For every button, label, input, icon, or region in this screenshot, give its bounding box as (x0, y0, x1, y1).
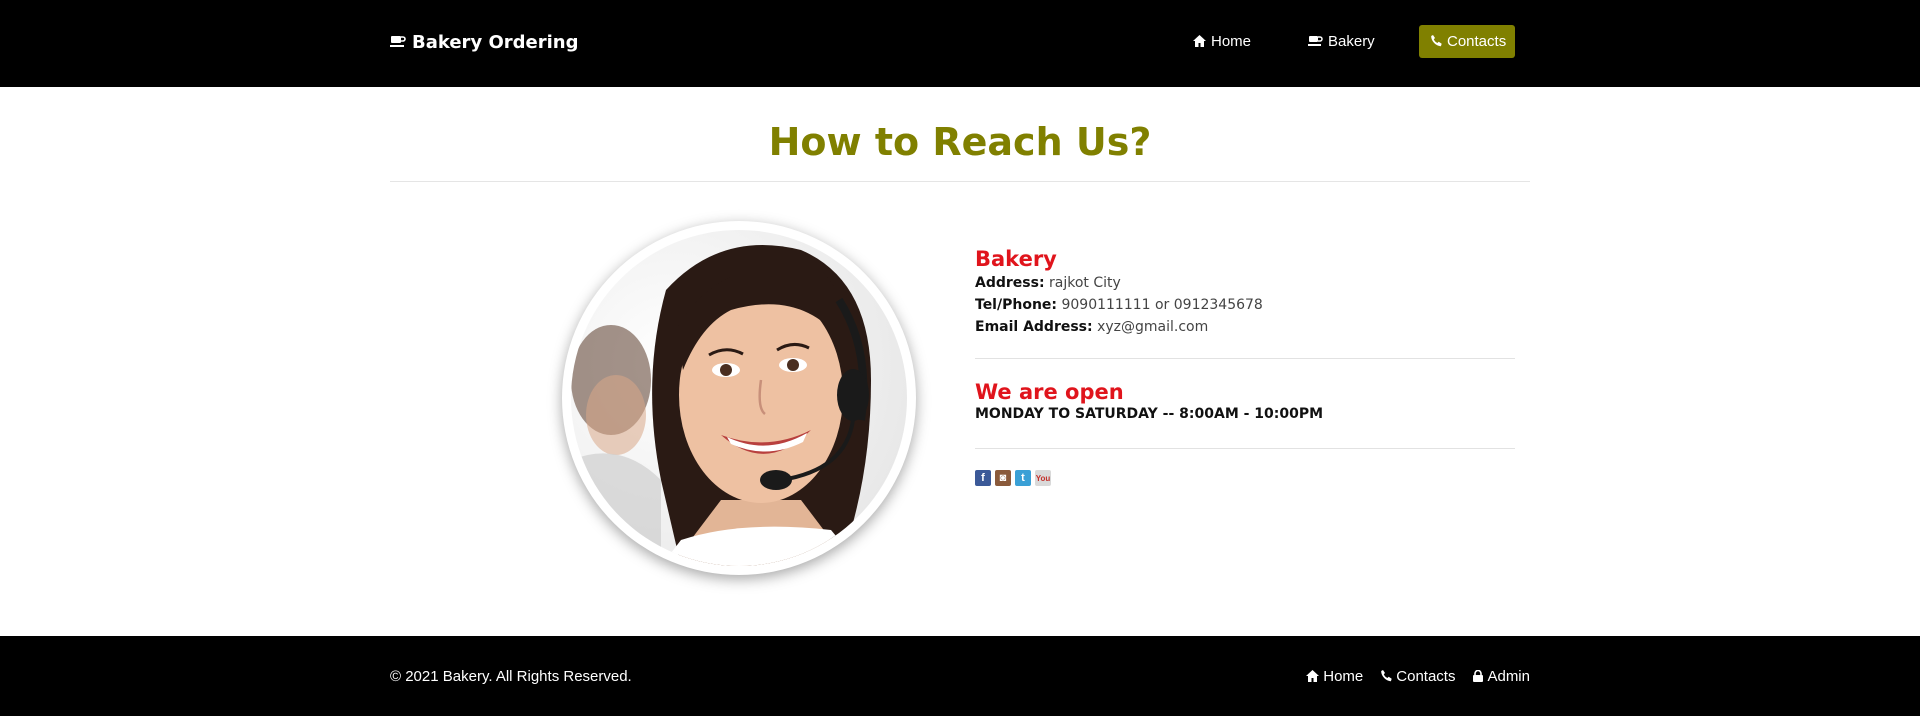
support-agent-portrait (562, 221, 916, 575)
footer-links: Home Contacts Admin (1306, 668, 1530, 685)
phone-row: Tel/Phone: 9090111111 or 0912345678 (975, 294, 1515, 316)
support-agent-photo (571, 230, 907, 566)
open-hours-text: MONDAY TO SATURDAY -- 8:00AM - 10:00PM (975, 406, 1324, 422)
address-value: rajkot City (1049, 275, 1121, 291)
footer-admin-label: Admin (1487, 668, 1530, 685)
copyright-text: © 2021 Bakery. All Rights Reserved. (390, 668, 632, 685)
phone-icon (1431, 34, 1442, 49)
footer: © 2021 Bakery. All Rights Reserved. Home… (0, 636, 1920, 716)
home-icon (1193, 34, 1206, 49)
nav-bakery-label: Bakery (1328, 33, 1375, 50)
address-label: Address: (975, 275, 1045, 291)
nav-contacts-label: Contacts (1447, 33, 1507, 50)
nav-home-label: Home (1211, 33, 1252, 50)
info-divider (975, 358, 1515, 359)
footer-contacts-label: Contacts (1396, 668, 1456, 685)
social-links: f ◙ t You (975, 470, 1051, 486)
footer-contacts-link[interactable]: Contacts (1381, 668, 1455, 685)
footer-home-link[interactable]: Home (1306, 668, 1363, 685)
email-row: Email Address: xyz@gmail.com (975, 316, 1515, 338)
lock-icon (1473, 669, 1484, 684)
nav-home[interactable]: Home (1193, 25, 1251, 58)
email-value: xyz@gmail.com (1097, 319, 1209, 335)
footer-admin-link[interactable]: Admin (1473, 668, 1530, 685)
footer-home-label: Home (1323, 668, 1364, 685)
top-navbar: Bakery Ordering Home Bakery Contacts (0, 0, 1920, 87)
brand-link[interactable]: Bakery Ordering (390, 31, 578, 53)
twitter-icon[interactable]: t (1015, 470, 1031, 486)
brand-label: Bakery Ordering (412, 31, 579, 53)
address-row: Address: rajkot City (975, 272, 1515, 294)
phone-value: 9090111111 or 0912345678 (1061, 297, 1263, 313)
email-label: Email Address: (975, 319, 1093, 335)
coffee-cup-icon (1308, 35, 1323, 49)
facebook-icon[interactable]: f (975, 470, 991, 486)
instagram-icon[interactable]: ◙ (995, 470, 1011, 486)
nav-contacts[interactable]: Contacts (1419, 25, 1515, 58)
open-hours-title: We are open (975, 380, 1124, 404)
coffee-cup-icon (390, 34, 406, 51)
youtube-icon[interactable]: You (1035, 470, 1051, 486)
page-title: How to Reach Us? (768, 120, 1152, 164)
contact-info: Bakery Address: rajkot City Tel/Phone: 9… (975, 246, 1515, 486)
hours-divider (975, 448, 1515, 449)
phone-icon (1381, 669, 1392, 684)
business-name: Bakery (975, 247, 1057, 271)
title-divider (390, 181, 1530, 182)
home-icon (1306, 669, 1320, 684)
nav-bakery[interactable]: Bakery (1308, 25, 1375, 58)
phone-label: Tel/Phone: (975, 297, 1058, 313)
